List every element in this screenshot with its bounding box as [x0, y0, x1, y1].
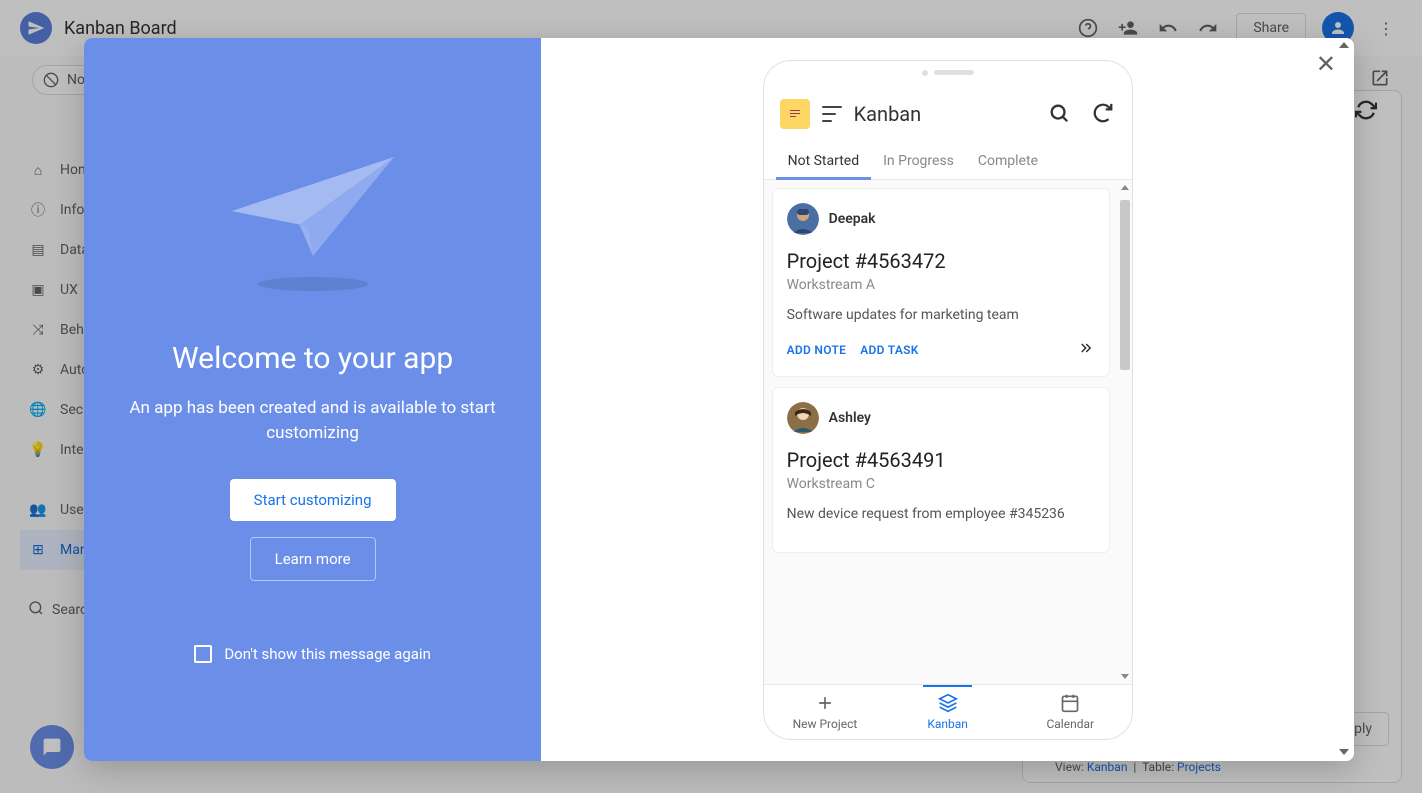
modal-subtitle: An app has been created and is available… — [124, 396, 501, 447]
plus-icon — [815, 693, 835, 713]
phone-notch — [764, 61, 1132, 85]
welcome-modal: Welcome to your app An app has been crea… — [84, 38, 1354, 761]
scroll-thumb[interactable] — [1120, 200, 1130, 370]
close-button[interactable]: ✕ — [1316, 50, 1336, 78]
modal-overlay: Welcome to your app An app has been crea… — [0, 0, 1422, 793]
card-description: Software updates for marketing team — [787, 307, 1095, 323]
layers-icon — [938, 693, 958, 713]
card-description: New device request from employee #345236 — [787, 506, 1095, 522]
scroll-up-icon[interactable] — [1339, 42, 1349, 48]
checkbox-icon[interactable] — [194, 645, 212, 663]
dont-show-again[interactable]: Don't show this message again — [194, 645, 431, 663]
modal-scrollbar[interactable] — [1336, 42, 1352, 757]
search-icon[interactable] — [1048, 102, 1072, 126]
modal-right-panel: ✕ Kanban — [541, 38, 1354, 761]
phone-tabs: Not Started In Progress Complete — [764, 143, 1132, 180]
bottom-tab-calendar[interactable]: Calendar — [1009, 693, 1132, 731]
scroll-down-icon[interactable] — [1339, 749, 1349, 755]
scroll-up-icon[interactable] — [1121, 185, 1129, 190]
card-user: Deepak — [829, 211, 876, 227]
expand-icon[interactable] — [1077, 339, 1095, 362]
card-user: Ashley — [829, 410, 871, 426]
avatar-icon — [787, 402, 819, 434]
kanban-card[interactable]: Ashley Project #4563491 Workstream C New… — [772, 387, 1110, 553]
tab-in-progress[interactable]: In Progress — [871, 143, 966, 179]
tab-complete[interactable]: Complete — [966, 143, 1050, 179]
phone-preview: Kanban Not Started In Progress Complete — [763, 60, 1133, 740]
card-subtitle: Workstream C — [787, 476, 1095, 492]
phone-scrollbar[interactable] — [1120, 184, 1132, 680]
app-icon — [780, 99, 810, 129]
add-note-link[interactable]: ADD NOTE — [787, 343, 847, 357]
plane-shadow — [258, 277, 368, 291]
phone-bottom-nav: New Project Kanban Calendar — [764, 684, 1132, 739]
bottom-tab-new-project[interactable]: New Project — [764, 693, 887, 731]
card-title: Project #4563472 — [787, 249, 1095, 273]
start-customizing-button[interactable]: Start customizing — [230, 479, 396, 521]
kanban-card[interactable]: Deepak Project #4563472 Workstream A Sof… — [772, 188, 1110, 377]
phone-header: Kanban — [764, 85, 1132, 143]
card-subtitle: Workstream A — [787, 277, 1095, 293]
phone-title: Kanban — [854, 102, 1036, 126]
add-task-link[interactable]: ADD TASK — [860, 343, 918, 357]
avatar-icon — [787, 203, 819, 235]
bottom-tab-kanban[interactable]: Kanban — [886, 693, 1009, 731]
calendar-icon — [1060, 693, 1080, 713]
learn-more-button[interactable]: Learn more — [250, 537, 376, 581]
menu-icon[interactable] — [822, 106, 842, 122]
refresh-icon[interactable] — [1092, 102, 1116, 126]
scroll-down-icon[interactable] — [1121, 674, 1129, 679]
tab-not-started[interactable]: Not Started — [776, 143, 872, 179]
paper-plane-icon — [223, 137, 403, 267]
modal-left-panel: Welcome to your app An app has been crea… — [84, 38, 541, 761]
card-title: Project #4563491 — [787, 448, 1095, 472]
phone-content: Deepak Project #4563472 Workstream A Sof… — [764, 180, 1132, 684]
modal-title: Welcome to your app — [172, 341, 453, 376]
